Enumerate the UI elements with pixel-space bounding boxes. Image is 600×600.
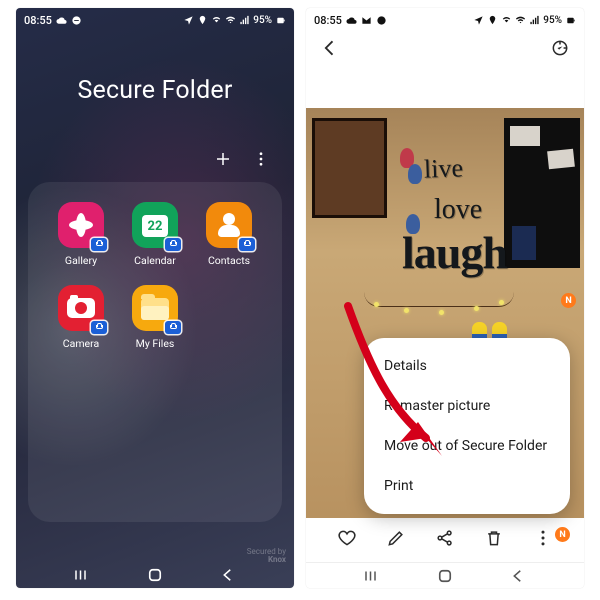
status-bar: 08:55 95% (16, 8, 294, 30)
wall-text: love (434, 194, 482, 226)
page-title: Secure Folder (78, 76, 233, 105)
app-gallery[interactable]: Gallery (49, 202, 114, 267)
contacts-icon (206, 202, 252, 248)
camera-icon (58, 285, 104, 331)
dnd-icon (71, 15, 82, 26)
app-camera[interactable]: Camera (49, 285, 114, 350)
home-button[interactable] (436, 567, 454, 585)
cloud-icon (56, 15, 67, 26)
photo-decor-lights (364, 292, 514, 320)
pin-icon (487, 15, 498, 26)
screenshot-secure-folder: 08:55 95% Secure Folder (16, 8, 294, 588)
overflow-menu: Details Remaster picture Move out of Sec… (364, 338, 570, 514)
calendar-icon: 22 (132, 202, 178, 248)
menu-move-out[interactable]: Move out of Secure Folder (364, 426, 570, 466)
mail-icon (361, 15, 372, 26)
wall-text: laugh (402, 226, 507, 279)
screenshot-gallery-viewer: 08:55 95% (306, 8, 584, 588)
recent-button[interactable] (73, 566, 91, 584)
new-badge: N (561, 293, 576, 308)
system-nav (306, 562, 584, 588)
add-button[interactable] (214, 150, 232, 172)
app-files[interactable]: My Files (123, 285, 188, 350)
app-label: Calendar (134, 254, 176, 267)
share-button[interactable] (435, 528, 455, 552)
home-button[interactable] (146, 566, 164, 584)
back-button[interactable] (219, 566, 237, 584)
secure-folder-header: Secure Folder (16, 30, 294, 150)
battery-icon (275, 15, 286, 26)
battery-icon (565, 15, 576, 26)
app-calendar[interactable]: 22 Calendar (123, 202, 188, 267)
more-button[interactable] (252, 150, 270, 172)
app-label: Contacts (208, 254, 250, 267)
recent-button[interactable] (363, 567, 381, 585)
edit-button[interactable] (386, 528, 406, 552)
wifi-icon (225, 15, 236, 26)
gallery-icon (58, 202, 104, 248)
gallery-topbar (306, 30, 584, 70)
vowifi-icon (501, 15, 512, 26)
signal-icon (239, 15, 250, 26)
menu-print[interactable]: Print (364, 466, 570, 506)
nav-arrow-icon (183, 15, 194, 26)
battery-text: 95% (543, 15, 562, 26)
dnd-icon (376, 15, 387, 26)
wifi-icon (515, 15, 526, 26)
clock: 08:55 (24, 14, 52, 27)
delete-button[interactable] (484, 528, 504, 552)
new-badge: N (555, 527, 570, 542)
photo-decor-board (504, 118, 580, 268)
battery-text: 95% (253, 15, 272, 26)
app-label: Gallery (65, 254, 97, 267)
nav-arrow-icon (473, 15, 484, 26)
system-nav (16, 562, 294, 588)
clock: 08:55 (314, 14, 342, 27)
favorite-button[interactable] (337, 528, 357, 552)
menu-details[interactable]: Details (364, 346, 570, 386)
wall-text: live (423, 153, 463, 184)
app-label: My Files (136, 337, 175, 350)
app-label: Camera (63, 337, 99, 350)
files-icon (132, 285, 178, 331)
cloud-icon (346, 15, 357, 26)
photo-decor-frame (312, 118, 387, 218)
app-grid: Gallery 22 Calendar Contacts Camera (28, 182, 282, 522)
more-button[interactable] (533, 528, 553, 552)
remaster-quick-icon[interactable] (550, 38, 570, 62)
photo-decor-doll (406, 214, 420, 234)
vowifi-icon (211, 15, 222, 26)
pin-icon (197, 15, 208, 26)
status-bar: 08:55 95% (306, 8, 584, 30)
app-contacts[interactable]: Contacts (197, 202, 262, 267)
menu-remaster-picture[interactable]: Remaster picture (364, 386, 570, 426)
signal-icon (529, 15, 540, 26)
back-button[interactable] (509, 567, 527, 585)
back-button[interactable] (320, 38, 340, 62)
gallery-actionbar (306, 518, 584, 562)
photo-decor-doll (408, 164, 422, 184)
